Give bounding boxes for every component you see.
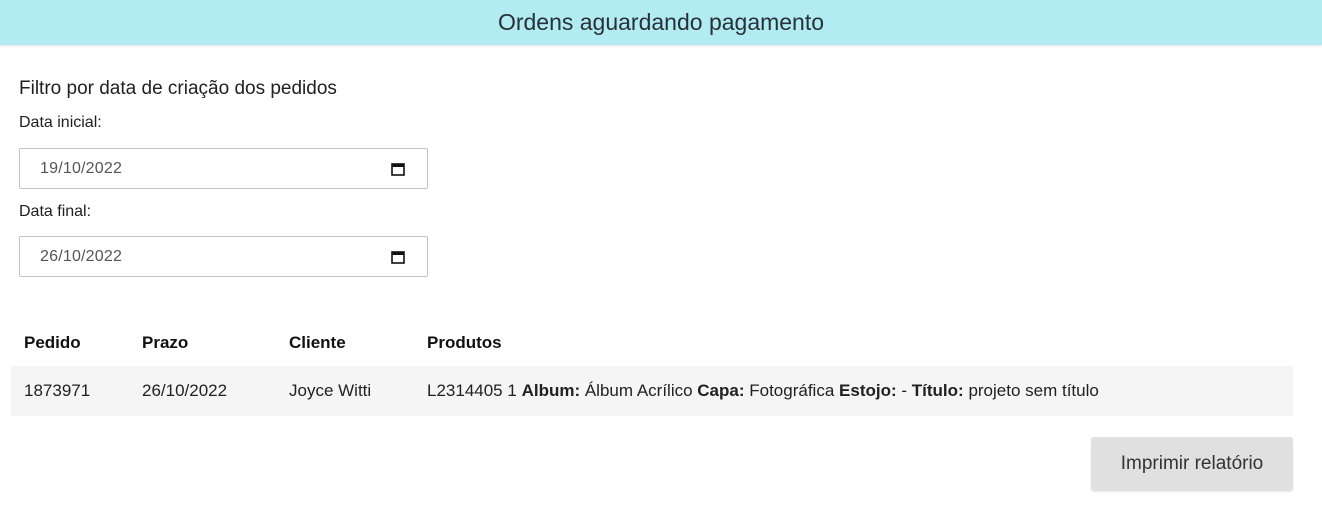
cell-prazo: 26/10/2022 [129, 366, 276, 416]
titulo-value: projeto sem título [968, 381, 1099, 400]
calendar-icon[interactable] [391, 250, 405, 264]
table-header-row: Pedido Prazo Cliente Produtos [11, 320, 1293, 366]
capa-value: Fotográfica [749, 381, 835, 400]
table-row: 1873971 26/10/2022 Joyce Witti L2314405 … [11, 366, 1293, 416]
page-header: Ordens aguardando pagamento [0, 0, 1322, 45]
page-title: Ordens aguardando pagamento [497, 9, 825, 35]
calendar-icon[interactable] [391, 162, 405, 176]
estojo-value: - [901, 381, 908, 400]
cell-cliente: Joyce Witti [276, 366, 414, 416]
start-date-input[interactable]: 19/10/2022 [19, 148, 428, 189]
end-date-label: Data final: [19, 203, 92, 220]
column-header-prazo: Prazo [142, 333, 189, 352]
titulo-label: Título: [911, 381, 964, 400]
cell-pedido: 1873971 [11, 366, 129, 416]
estojo-label: Estojo: [839, 381, 897, 400]
product-code: L2314405 1 [427, 381, 517, 400]
start-date-label: Data inicial: [19, 114, 102, 131]
end-date-value: 26/10/2022 [40, 248, 123, 265]
album-value: Álbum Acrílico [584, 381, 693, 400]
end-date-input[interactable]: 26/10/2022 [19, 236, 428, 277]
column-header-pedido: Pedido [24, 333, 81, 352]
column-header-produtos: Produtos [427, 333, 502, 352]
start-date-value: 19/10/2022 [40, 160, 123, 177]
filter-heading: Filtro por data de criação dos pedidos [19, 78, 337, 99]
cell-produtos: L2314405 1 Album: Álbum Acrílico Capa: F… [414, 366, 1293, 416]
print-report-button[interactable]: Imprimir relatório [1091, 437, 1293, 491]
column-header-cliente: Cliente [289, 333, 346, 352]
orders-table: Pedido Prazo Cliente Produtos 1873971 26… [11, 320, 1293, 416]
capa-label: Capa: [697, 381, 745, 400]
album-label: Album: [521, 381, 581, 400]
